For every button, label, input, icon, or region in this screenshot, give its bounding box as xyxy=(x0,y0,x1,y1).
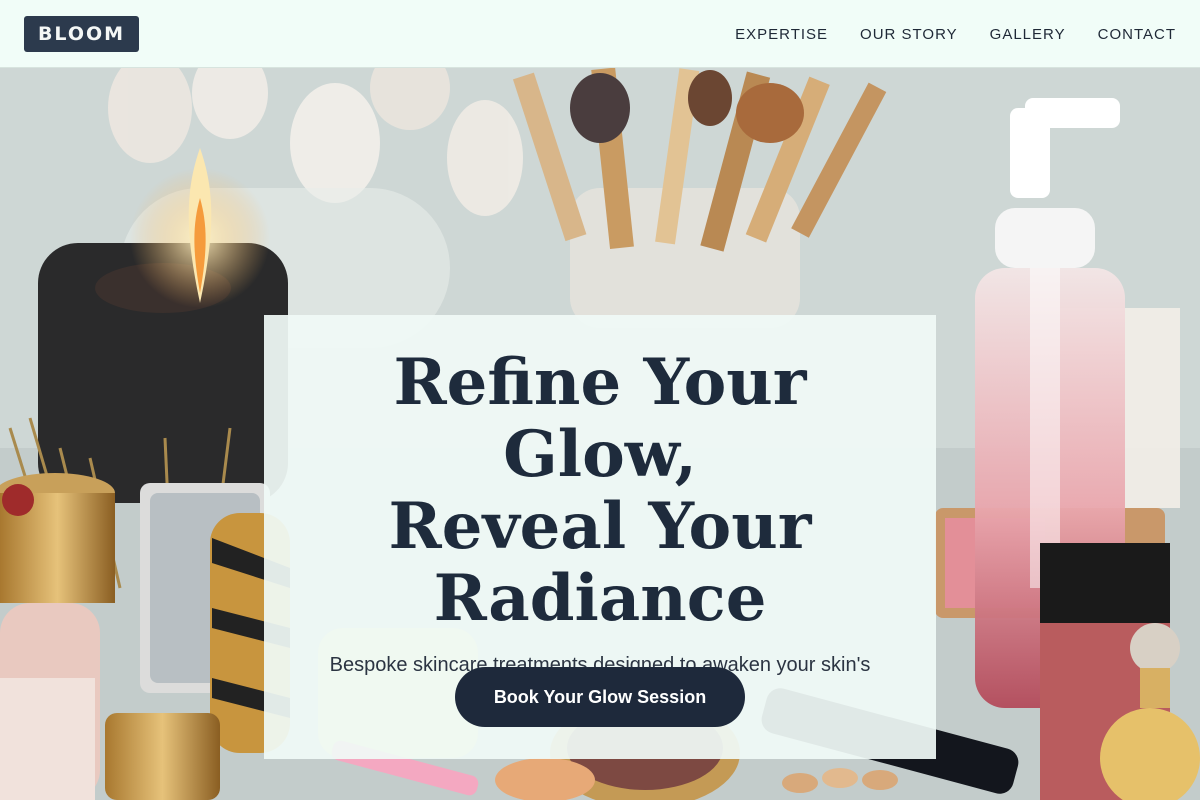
nav-link-our-story[interactable]: OUR STORY xyxy=(860,26,958,43)
main-nav: EXPERTISE OUR STORY GALLERY CONTACT xyxy=(703,0,1176,68)
hero-section: Refine Your Glow, Reveal Your Radiance B… xyxy=(0,68,1200,800)
site-header: BLOOM EXPERTISE OUR STORY GALLERY CONTAC… xyxy=(0,0,1200,68)
nav-link-contact[interactable]: CONTACT xyxy=(1098,26,1176,43)
nav-link-expertise[interactable]: EXPERTISE xyxy=(735,26,828,43)
headline-line-2: Reveal Your xyxy=(388,489,812,564)
hero-headline: Refine Your Glow, Reveal Your Radiance xyxy=(288,347,912,635)
book-session-button[interactable]: Book Your Glow Session xyxy=(455,667,745,727)
logo[interactable]: BLOOM xyxy=(24,16,139,52)
hero-card: Refine Your Glow, Reveal Your Radiance B… xyxy=(264,315,936,759)
page: BLOOM EXPERTISE OUR STORY GALLERY CONTAC… xyxy=(0,0,1200,800)
nav-link-gallery[interactable]: GALLERY xyxy=(990,26,1066,43)
headline-line-3: Radiance xyxy=(433,561,767,636)
headline-line-1: Refine Your Glow, xyxy=(393,345,807,492)
